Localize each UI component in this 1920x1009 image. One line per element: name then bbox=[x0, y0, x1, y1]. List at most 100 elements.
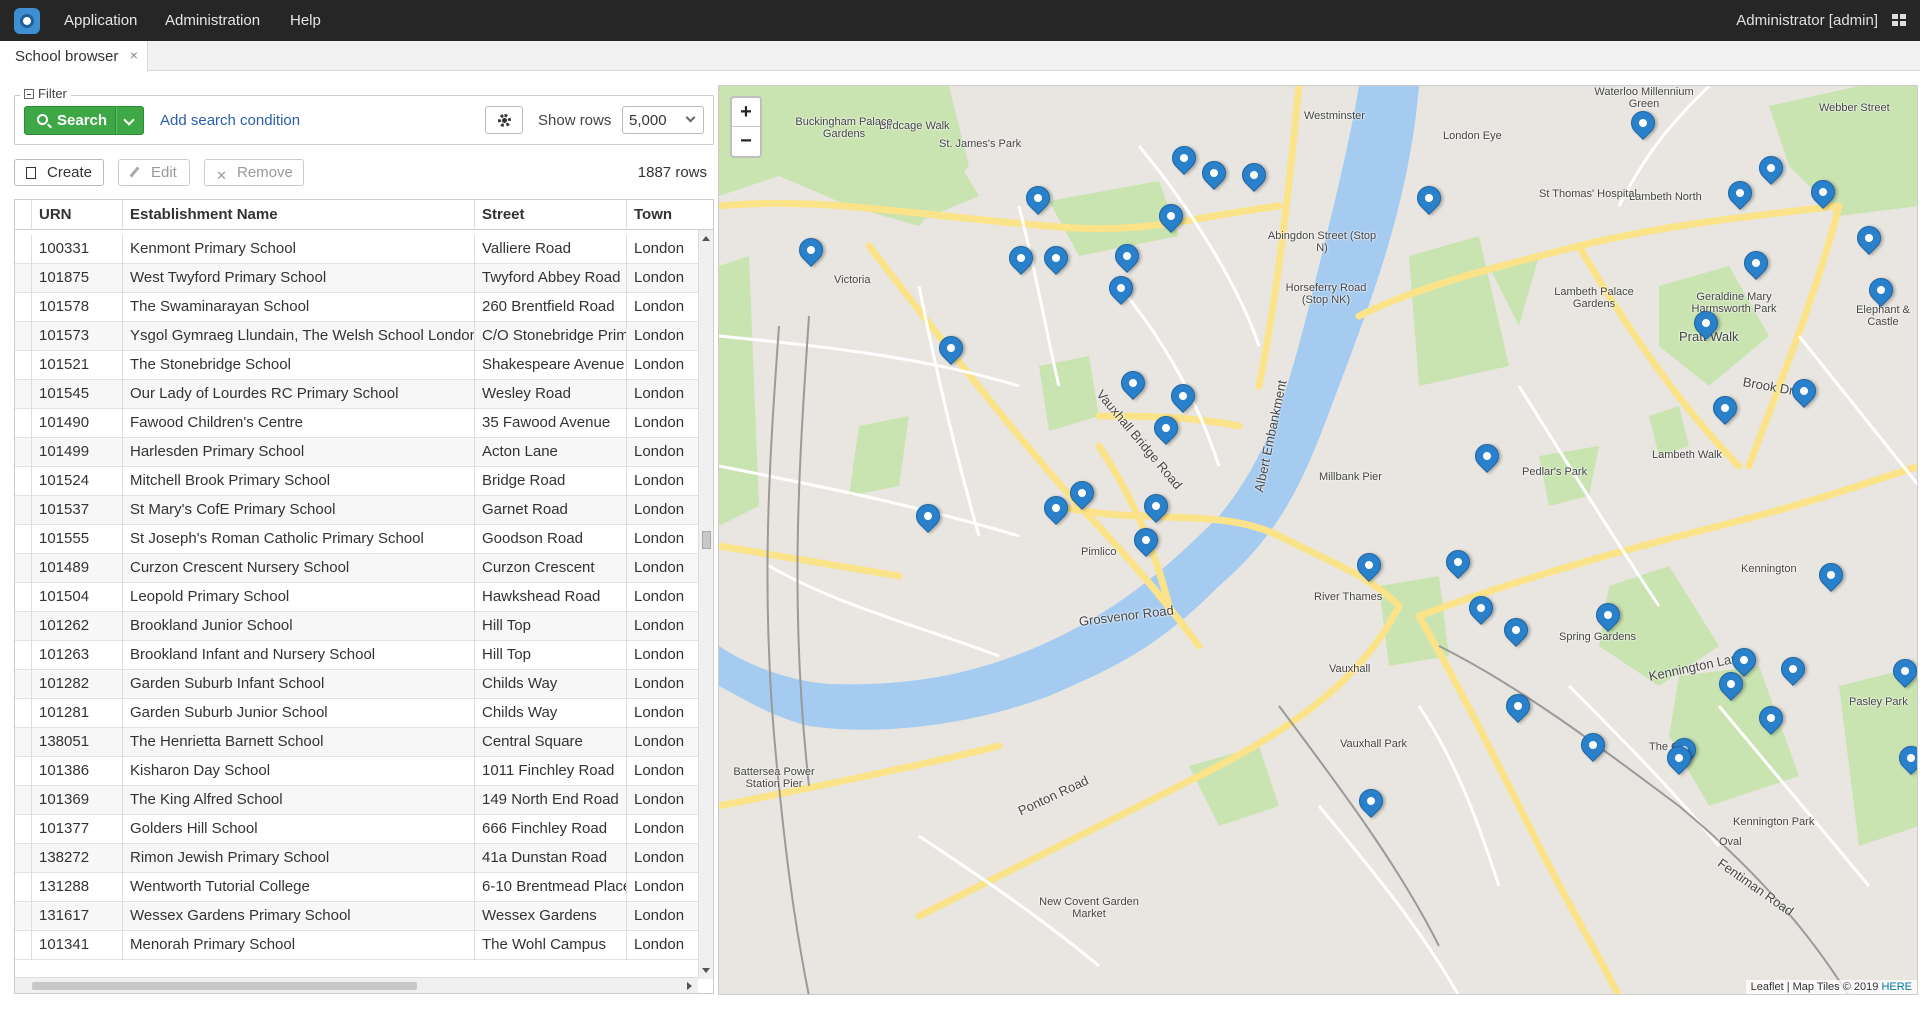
row-selector[interactable] bbox=[15, 409, 31, 438]
cell-establishment-name: Our Lady of Lourdes RC Primary School bbox=[122, 380, 474, 409]
row-selector[interactable] bbox=[15, 815, 31, 844]
table-row[interactable]: 101555 St Joseph's Roman Catholic Primary… bbox=[15, 525, 698, 554]
column-header-town[interactable]: Town bbox=[626, 200, 698, 230]
table-row[interactable]: 100331 Kenmont Primary School Valliere Roa… bbox=[15, 235, 698, 264]
scrollbar-thumb[interactable] bbox=[32, 982, 417, 990]
marker-dot bbox=[1673, 752, 1685, 764]
add-search-condition-link[interactable]: Add search condition bbox=[160, 112, 300, 129]
cell-town: London bbox=[626, 293, 698, 322]
cell-town: London bbox=[626, 757, 698, 786]
search-button[interactable]: Search bbox=[24, 106, 116, 135]
row-selector[interactable] bbox=[15, 351, 31, 380]
row-selector[interactable] bbox=[15, 467, 31, 496]
cell-establishment-name: Harlesden Primary School bbox=[122, 438, 474, 467]
scroll-up-icon[interactable] bbox=[702, 236, 710, 241]
table-row[interactable]: 101504 Leopold Primary School Hawkshead Ro… bbox=[15, 583, 698, 612]
row-selector[interactable] bbox=[15, 641, 31, 670]
cell-urn: 101521 bbox=[31, 351, 122, 380]
create-button[interactable]: Create bbox=[14, 159, 104, 186]
zoom-in-button[interactable]: + bbox=[732, 98, 760, 127]
zoom-out-button[interactable]: − bbox=[732, 127, 760, 156]
table-row[interactable]: 131617 Wessex Gardens Primary School Wesse… bbox=[15, 902, 698, 931]
row-selector[interactable] bbox=[15, 554, 31, 583]
row-selector[interactable] bbox=[15, 380, 31, 409]
cell-street: Hill Top bbox=[474, 612, 626, 641]
app-logo-icon[interactable] bbox=[14, 8, 40, 34]
cell-establishment-name: Garden Suburb Junior School bbox=[122, 699, 474, 728]
table-row[interactable]: 101489 Curzon Crescent Nursery School Curz… bbox=[15, 554, 698, 583]
row-selector[interactable] bbox=[15, 612, 31, 641]
here-link[interactable]: HERE bbox=[1881, 981, 1912, 993]
row-selector[interactable] bbox=[15, 438, 31, 467]
row-selector[interactable] bbox=[15, 728, 31, 757]
table-row[interactable]: 101281 Garden Suburb Junior School Childs … bbox=[15, 699, 698, 728]
map-view[interactable]: Westminster London Eye Waterloo Millennium… bbox=[718, 85, 1918, 995]
marker-dot bbox=[1076, 487, 1088, 499]
user-menu[interactable]: Administrator [admin] bbox=[1736, 0, 1878, 41]
show-rows-select[interactable]: 5,000 bbox=[622, 106, 704, 134]
row-selector[interactable] bbox=[15, 844, 31, 873]
row-selector[interactable] bbox=[15, 583, 31, 612]
menu-help[interactable]: Help bbox=[290, 0, 321, 41]
table-row[interactable]: 101875 West Twyford Primary School Twyford… bbox=[15, 264, 698, 293]
remove-icon: ✕ bbox=[216, 168, 227, 183]
map-label: Vauxhall bbox=[1329, 663, 1371, 675]
row-selector[interactable] bbox=[15, 322, 31, 351]
table-row[interactable]: 101262 Brookland Junior School Hill Top Lon… bbox=[15, 612, 698, 641]
column-header-establishment-name[interactable]: Establishment Name bbox=[122, 200, 474, 230]
table-row[interactable]: 101377 Golders Hill School 666 Finchley Ro… bbox=[15, 815, 698, 844]
marker-dot bbox=[1512, 700, 1524, 712]
row-selector[interactable] bbox=[15, 873, 31, 902]
app-grid-icon[interactable] bbox=[1892, 14, 1906, 26]
vertical-scrollbar[interactable] bbox=[698, 230, 713, 979]
edit-button[interactable]: Edit bbox=[118, 159, 190, 186]
row-selector[interactable] bbox=[15, 757, 31, 786]
horizontal-scrollbar[interactable] bbox=[15, 977, 698, 993]
table-row[interactable]: 101545 Our Lady of Lourdes RC Primary Sch… bbox=[15, 380, 698, 409]
table-row[interactable]: 101341 Menorah Primary School The Wohl Cam… bbox=[15, 931, 698, 960]
row-selector[interactable] bbox=[15, 264, 31, 293]
search-dropdown-button[interactable] bbox=[116, 106, 144, 135]
close-icon[interactable]: × bbox=[130, 47, 138, 63]
filter-settings-button[interactable] bbox=[485, 106, 523, 134]
table-row[interactable]: 101524 Mitchell Brook Primary School Bridg… bbox=[15, 467, 698, 496]
table-row[interactable]: 101578 The Swaminarayan School 260 Brentfi… bbox=[15, 293, 698, 322]
row-selector[interactable] bbox=[15, 293, 31, 322]
collapse-icon[interactable] bbox=[24, 89, 34, 99]
scroll-down-icon[interactable] bbox=[702, 968, 710, 973]
table-row[interactable]: 138272 Rimon Jewish Primary School 41a Dun… bbox=[15, 844, 698, 873]
table-row[interactable]: 101282 Garden Suburb Infant School Childs … bbox=[15, 670, 698, 699]
tab-school-browser[interactable]: School browser × bbox=[0, 41, 148, 72]
table-row[interactable]: 131288 Wentworth Tutorial College 6-10 Bre… bbox=[15, 873, 698, 902]
table-row[interactable]: 138051 The Henrietta Barnett School Centra… bbox=[15, 728, 698, 757]
menu-administration[interactable]: Administration bbox=[165, 0, 260, 41]
row-selector[interactable] bbox=[15, 525, 31, 554]
table-row[interactable]: 101521 The Stonebridge School Shakespeare … bbox=[15, 351, 698, 380]
row-selector[interactable] bbox=[15, 496, 31, 525]
column-header-street[interactable]: Street bbox=[474, 200, 626, 230]
menu-application[interactable]: Application bbox=[64, 0, 137, 41]
row-selector[interactable] bbox=[15, 235, 31, 264]
cell-town: London bbox=[626, 322, 698, 351]
scroll-right-icon[interactable] bbox=[687, 982, 692, 990]
schools-table[interactable]: URN Establishment Name Street Town 10033… bbox=[14, 199, 714, 994]
table-row[interactable]: 101499 Harlesden Primary School Acton Lane… bbox=[15, 438, 698, 467]
row-selector[interactable] bbox=[15, 699, 31, 728]
row-selector[interactable] bbox=[15, 902, 31, 931]
cell-urn: 101555 bbox=[31, 525, 122, 554]
cell-urn: 101537 bbox=[31, 496, 122, 525]
row-selector[interactable] bbox=[15, 931, 31, 960]
table-row[interactable]: 101537 St Mary's CofE Primary School Garne… bbox=[15, 496, 698, 525]
table-row[interactable]: 101490 Fawood Children's Centre 35 Fawood … bbox=[15, 409, 698, 438]
scrollbar-thumb[interactable] bbox=[702, 531, 711, 549]
row-selector[interactable] bbox=[15, 786, 31, 815]
table-row[interactable]: 101369 The King Alfred School 149 North En… bbox=[15, 786, 698, 815]
table-row[interactable]: 101263 Brookland Infant and Nursery Schoo… bbox=[15, 641, 698, 670]
row-selector[interactable] bbox=[15, 670, 31, 699]
marker-dot bbox=[1899, 665, 1911, 677]
table-row[interactable]: 101386 Kisharon Day School 1011 Finchley R… bbox=[15, 757, 698, 786]
filter-legend[interactable]: Filter bbox=[20, 86, 71, 101]
marker-dot bbox=[1127, 377, 1139, 389]
table-row[interactable]: 101573 Ysgol Gymraeg Llundain, The Welsh … bbox=[15, 322, 698, 351]
remove-button[interactable]: ✕ Remove bbox=[204, 159, 304, 186]
